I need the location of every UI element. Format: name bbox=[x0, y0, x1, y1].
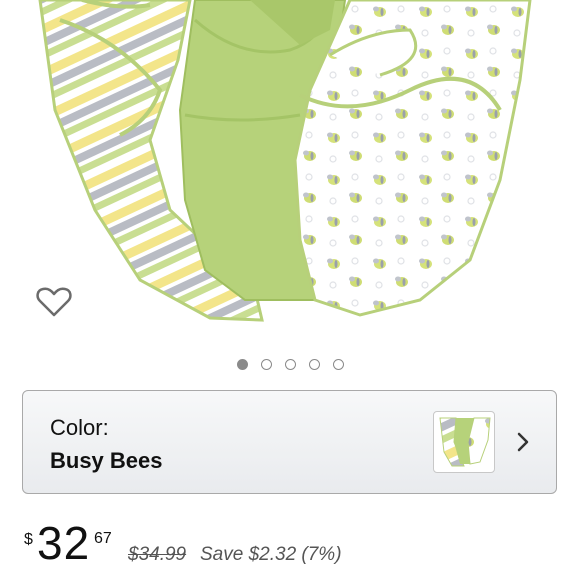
product-image[interactable] bbox=[0, 0, 580, 345]
carousel-dot-5[interactable] bbox=[332, 359, 344, 370]
carousel-dot-3[interactable] bbox=[284, 359, 296, 370]
carousel-dot-4[interactable] bbox=[308, 359, 320, 370]
savings-text: Save $2.32 (7%) bbox=[200, 544, 342, 565]
color-label: Color: bbox=[50, 415, 109, 440]
carousel-dot-1[interactable] bbox=[236, 359, 248, 370]
price-whole: 32 bbox=[37, 517, 91, 569]
wishlist-button[interactable] bbox=[34, 282, 74, 322]
price-fraction: 67 bbox=[94, 530, 112, 547]
color-selector[interactable]: Color: Busy Bees bbox=[22, 390, 557, 494]
swaddle-illustration bbox=[38, 0, 532, 322]
price-currency-symbol: $ bbox=[24, 531, 33, 548]
color-swatch-thumbnail bbox=[433, 411, 495, 473]
image-carousel-dots bbox=[0, 359, 580, 377]
price-block: $ 32 67 $34.99 Save $2.32 (7%) bbox=[24, 520, 580, 580]
chevron-right-icon bbox=[513, 431, 533, 453]
carousel-dot-2[interactable] bbox=[260, 359, 272, 370]
heart-outline-icon bbox=[36, 287, 72, 317]
list-price: $34.99 bbox=[128, 544, 187, 565]
color-value: Busy Bees bbox=[50, 448, 163, 473]
